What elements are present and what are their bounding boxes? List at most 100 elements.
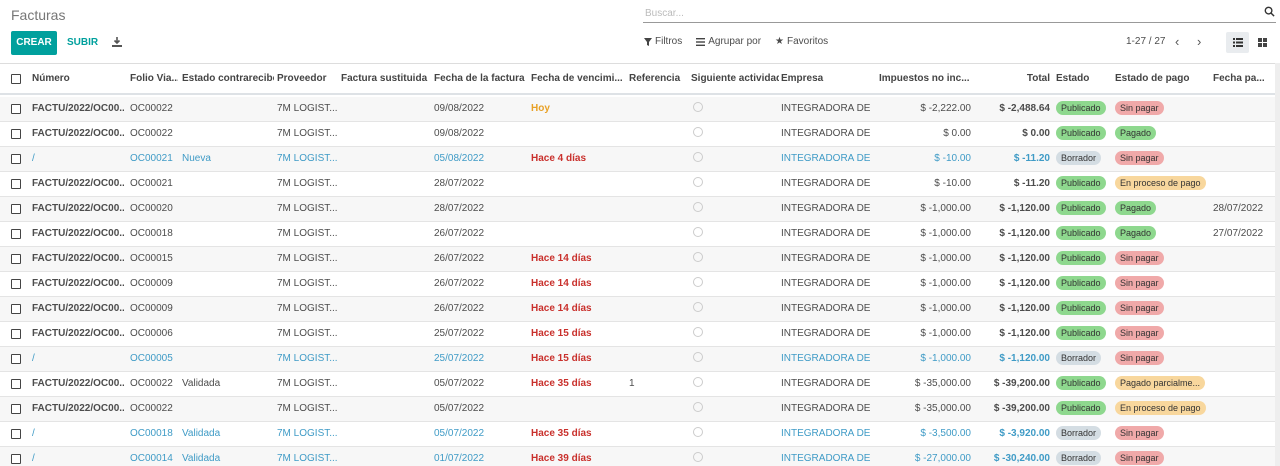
clock-icon[interactable] [693,252,703,263]
row-total: $ -39,200.00 [993,403,1050,414]
row-reference [629,172,687,196]
row-invoice-date: 05/07/2022 [434,403,485,414]
clock-icon[interactable] [693,127,703,138]
row-checkbox[interactable] [11,454,21,464]
column-header-total[interactable]: Total [990,64,1050,93]
table-row[interactable]: FACTU/2022/OC00... OC00022 Validada 7M LOGI… [0,372,1280,397]
clock-icon[interactable] [693,402,703,413]
row-total: $ -1,120.00 [999,303,1050,314]
list-view-button[interactable] [1226,32,1249,53]
filters-toggle[interactable]: Filtros [644,36,682,47]
row-tax-excluded: $ -35,000.00 [914,403,971,414]
row-tax-excluded: $ -3,500.00 [920,428,971,439]
row-folio: OC00022 [130,103,173,114]
row-checkbox[interactable] [11,304,21,314]
table-row[interactable]: FACTU/2022/OC00... OC00022 7M LOGIST... 09/… [0,97,1280,122]
column-header-company[interactable]: Empresa [781,64,873,93]
table-row[interactable]: FACTU/2022/OC00... OC00009 7M LOGIST... 26/… [0,297,1280,322]
row-supplier: 7M LOGIST... [277,378,337,389]
clock-icon[interactable] [693,452,703,463]
clock-icon[interactable] [693,202,703,213]
clock-icon[interactable] [693,327,703,338]
row-checkbox[interactable] [11,104,21,114]
table-row[interactable]: / OC00018 Validada 7M LOGIST... 05/07/2022 Ha… [0,422,1280,447]
clock-icon[interactable] [693,102,703,113]
row-checkbox[interactable] [11,254,21,264]
row-reference [629,197,687,221]
upload-button[interactable]: SUBIR [67,31,98,55]
row-number: FACTU/2022/OC00... [32,328,124,339]
state-badge: Publicado [1056,101,1106,116]
row-checkbox[interactable] [11,279,21,289]
row-checkbox[interactable] [11,229,21,239]
column-header-next-activity[interactable]: Siguiente actividad [691,64,779,93]
row-checkbox[interactable] [11,379,21,389]
clock-icon[interactable] [693,227,703,238]
pager-value[interactable]: 1-27 / 27 [1126,36,1165,47]
table-row[interactable]: FACTU/2022/OC00... OC00015 7M LOGIST... 26/… [0,247,1280,272]
column-header-invoice-date[interactable]: Fecha de la factura [434,64,528,93]
row-payment-state: En proceso de pago [1115,172,1211,196]
column-header-tax-excluded[interactable]: Impuestos no inc... [879,64,971,93]
clock-icon[interactable] [693,352,703,363]
column-header-receipt-state[interactable]: Estado contrarecibo [182,64,274,93]
scrollbar[interactable] [1275,63,1280,466]
group-by-toggle[interactable]: Agrupar por [696,36,761,47]
table-row[interactable]: / OC00005 7M LOGIST... 25/07/2022 Hace 15 dí… [0,347,1280,372]
table-row[interactable]: / OC00021 Nueva 7M LOGIST... 05/08/2022 Hace … [0,147,1280,172]
row-state: Publicado [1056,247,1112,271]
column-header-number[interactable]: Número [32,64,124,93]
row-payment-date [1213,122,1275,146]
table-row[interactable]: FACTU/2022/OC00... OC00022 7M LOGIST... 09/… [0,122,1280,147]
table-row[interactable]: FACTU/2022/OC00... OC00021 7M LOGIST... 28/… [0,172,1280,197]
row-checkbox[interactable] [11,354,21,364]
column-header-supplier[interactable]: Proveedor [277,64,337,93]
payment-state-badge: Pagado [1115,226,1157,241]
clock-icon[interactable] [693,152,703,163]
column-header-payment-state[interactable]: Estado de pago [1115,64,1207,93]
clock-icon[interactable] [693,377,703,388]
row-due-date: Hace 35 días [531,378,592,389]
row-company: INTEGRADORA DE ... [781,128,873,139]
row-checkbox[interactable] [11,204,21,214]
table-row[interactable]: / OC00014 Validada 7M LOGIST... 01/07/2022 Ha… [0,447,1280,466]
column-header-due-date[interactable]: Fecha de vencimi... [531,64,625,93]
column-header-replaced-invoice[interactable]: Factura sustituida [341,64,429,93]
column-header-payment-date[interactable]: Fecha pa... [1213,64,1275,93]
download-icon[interactable] [111,36,123,48]
table-row[interactable]: FACTU/2022/OC00... OC00018 7M LOGIST... 26/… [0,222,1280,247]
pager-next-icon[interactable]: › [1197,35,1201,48]
row-number: FACTU/2022/OC00... [32,128,124,139]
clock-icon[interactable] [693,302,703,313]
row-checkbox[interactable] [11,179,21,189]
column-header-reference[interactable]: Referencia [629,64,687,93]
clock-icon[interactable] [693,277,703,288]
pager-previous-icon[interactable]: ‹ [1175,35,1179,48]
table-row[interactable]: FACTU/2022/OC00... OC00020 7M LOGIST... 28/… [0,197,1280,222]
create-button[interactable]: CREAR [11,31,57,55]
search-input[interactable] [643,4,1243,20]
clock-icon[interactable] [693,177,703,188]
row-checkbox[interactable] [11,129,21,139]
row-total: $ -1,120.00 [999,328,1050,339]
column-header-folio[interactable]: Folio Via... [130,64,178,93]
row-company: INTEGRADORA DE ... [781,328,873,339]
row-supplier: 7M LOGIST... [277,428,337,439]
select-all-checkbox[interactable] [11,74,21,84]
clock-icon[interactable] [693,427,703,438]
search-icon[interactable] [1264,6,1275,17]
row-checkbox[interactable] [11,329,21,339]
table-row[interactable]: FACTU/2022/OC00... OC00009 7M LOGIST... 26/… [0,272,1280,297]
table-row[interactable]: FACTU/2022/OC00... OC00022 7M LOGIST... 05/… [0,397,1280,422]
column-header-state[interactable]: Estado [1056,64,1108,93]
row-receipt-state [182,297,274,321]
kanban-view-button[interactable] [1251,32,1274,53]
payment-state-badge: Pagado [1115,126,1157,141]
favorites-toggle[interactable]: ★ Favoritos [775,36,828,47]
row-checkbox[interactable] [11,429,21,439]
row-checkbox[interactable] [11,154,21,164]
row-receipt-state: Validada [182,428,221,439]
row-number: FACTU/2022/OC00... [32,103,124,114]
table-row[interactable]: FACTU/2022/OC00... OC00006 7M LOGIST... 25/… [0,322,1280,347]
row-checkbox[interactable] [11,404,21,414]
